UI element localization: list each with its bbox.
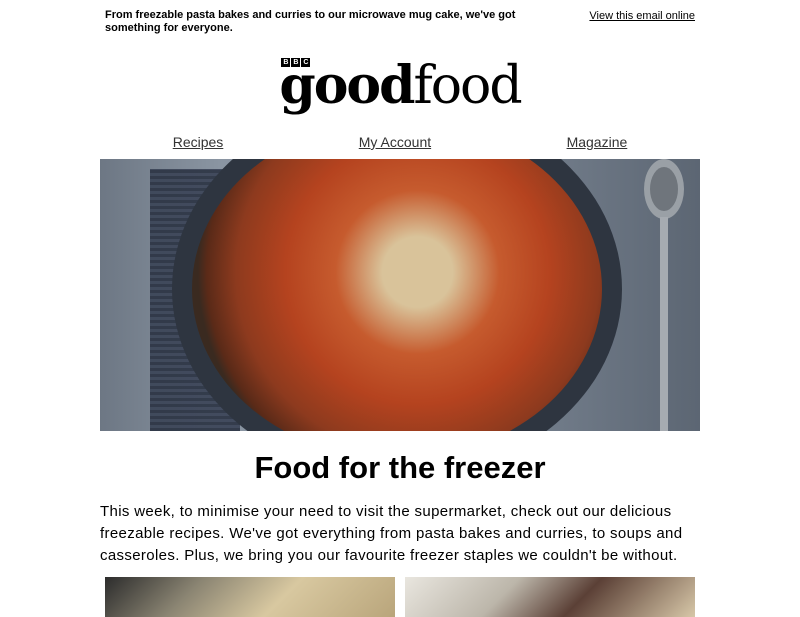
recipe-thumbnails [100,577,700,617]
nav-recipes-link[interactable]: Recipes [173,134,224,150]
goodfood-logo[interactable]: B B C goodfood [100,57,700,121]
recipe-thumbnail[interactable] [105,577,395,617]
nav-my-account-link[interactable]: My Account [359,134,431,150]
logo-wordmark: goodfood [279,55,522,116]
spoon-graphic [644,159,684,431]
main-nav: Recipes My Account Magazine [100,134,700,150]
email-container: From freezable pasta bakes and curries t… [100,0,700,617]
nav-magazine-link[interactable]: Magazine [567,134,628,150]
hero-body-text: This week, to minimise your need to visi… [100,503,683,564]
sausage-stew-graphic [192,159,602,431]
hero-image[interactable] [100,159,700,431]
bbc-logo: B B C [281,58,311,67]
preheader: From freezable pasta bakes and curries t… [100,0,700,35]
recipe-thumbnail[interactable] [405,577,695,617]
preheader-text: From freezable pasta bakes and curries t… [105,9,516,34]
hero-title: Food for the freezer [254,450,546,485]
view-online-link[interactable]: View this email online [589,10,695,22]
